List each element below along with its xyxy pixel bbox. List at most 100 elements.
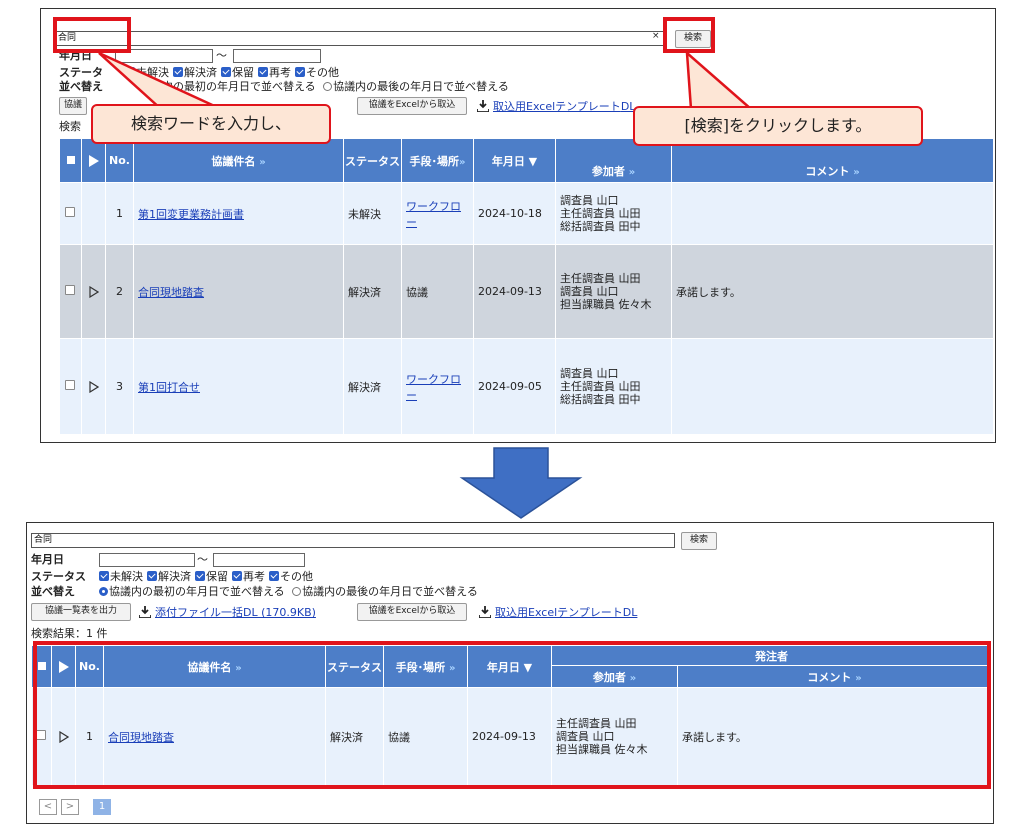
status-filter-item[interactable]: 解決済 xyxy=(147,570,191,583)
search-button[interactable]: 検索 xyxy=(681,532,717,550)
status-filter-label: その他 xyxy=(280,570,313,583)
row-no: 2 xyxy=(105,244,134,339)
sort-option-first[interactable]: 協議内の最初の年月日で並べ替える xyxy=(109,585,285,598)
clear-icon[interactable]: × xyxy=(652,31,660,41)
row-date: 2024-09-13 xyxy=(473,244,556,339)
checkbox-checked-icon[interactable] xyxy=(269,571,279,581)
status-filter-item[interactable]: 未解決 xyxy=(99,570,143,583)
row-expand-cell[interactable] xyxy=(81,244,106,339)
expand-all-header[interactable] xyxy=(81,138,106,183)
date-from-input[interactable] xyxy=(99,553,195,567)
status-label: ステータス xyxy=(31,570,86,583)
download-icon xyxy=(139,606,151,618)
date-to-input[interactable] xyxy=(233,49,321,63)
date-label: 年月日 xyxy=(31,553,64,566)
sort-radio-last[interactable] xyxy=(292,587,302,596)
excel-import-button[interactable]: 協議をExcelから取込 xyxy=(357,603,467,621)
checkbox-checked-icon[interactable] xyxy=(295,67,305,77)
row-title-cell: 第1回変更業務計画書 xyxy=(133,182,344,245)
table-row[interactable]: 2 合同現地踏査 解決済 協議 2024-09-13 主任調査員 山田 調査員 山口 担当課職… xyxy=(59,244,994,339)
row-select-cell[interactable] xyxy=(59,244,82,339)
instruction-callout-left: 検索ワードを入力し、 xyxy=(91,104,335,148)
export-list-button[interactable]: 協議 xyxy=(59,97,87,115)
template-download[interactable]: 取込用ExcelテンプレートDL xyxy=(479,604,637,620)
checkbox-checked-icon[interactable] xyxy=(258,67,268,77)
row-checkbox[interactable] xyxy=(65,285,76,295)
status-filter-label: 解決済 xyxy=(158,570,191,583)
row-select-cell[interactable] xyxy=(59,182,82,245)
status-filter-label: 保留 xyxy=(206,570,228,583)
participant: 主任調査員 山田 xyxy=(560,272,641,285)
participant: 主任調査員 山田 xyxy=(560,380,641,393)
sort-option-last[interactable]: 協議内の最後の年月日で並べ替える xyxy=(302,585,478,598)
search-input[interactable]: 合同 xyxy=(31,533,675,548)
row-checkbox[interactable] xyxy=(65,207,76,217)
select-all-header[interactable] xyxy=(59,138,82,183)
expand-icon[interactable] xyxy=(88,286,99,298)
pagination: < > 1 xyxy=(39,799,111,815)
row-means[interactable]: ワークフロー xyxy=(406,373,461,402)
row-no: 1 xyxy=(105,182,134,245)
participant: 調査員 山口 xyxy=(560,285,619,298)
row-checkbox[interactable] xyxy=(65,380,76,390)
screenshot-before: 合同 × 検索 年月日 ～ ステータ 未解決 解決済 保留 再考 その他 並べ替え 議内… xyxy=(40,8,996,443)
row-title-link[interactable]: 第1回打合せ xyxy=(138,381,200,394)
date-to-input[interactable] xyxy=(213,553,305,567)
status-filter-label: 未解決 xyxy=(110,570,143,583)
table-row[interactable]: 3 第1回打合せ 解決済 ワークフロー 2024-09-05 調査員 山口 主任調査員 山田… xyxy=(59,338,994,435)
status-filter-item[interactable]: 保留 xyxy=(195,570,228,583)
attachment-download-link[interactable]: 添付ファイル一括DL (170.9KB) xyxy=(155,606,316,619)
row-expand-cell[interactable] xyxy=(81,338,106,435)
result-count: 検索 xyxy=(59,120,81,133)
sort-radio-last[interactable] xyxy=(323,82,333,91)
status-filter-item[interactable]: その他 xyxy=(269,570,313,583)
excel-import-button[interactable]: 協議をExcelから取込 xyxy=(357,97,467,115)
row-expand-cell[interactable] xyxy=(81,182,106,245)
expand-icon xyxy=(88,155,99,167)
pager-next-button[interactable]: > xyxy=(61,799,79,815)
pager-page-1[interactable]: 1 xyxy=(93,799,111,815)
checkbox-checked-icon[interactable] xyxy=(147,571,157,581)
row-comment xyxy=(671,338,994,435)
search-input[interactable]: 合同 xyxy=(55,31,667,46)
expand-icon[interactable] xyxy=(88,381,99,393)
table-row[interactable]: 1 第1回変更業務計画書 未解決 ワークフロー 2024-10-18 調査員 山口 主任調査… xyxy=(59,182,994,245)
row-title-cell: 第1回打合せ xyxy=(133,338,344,435)
template-download-link[interactable]: 取込用Excelテンプレート xyxy=(493,100,621,113)
row-means-cell: ワークフロー xyxy=(401,182,474,245)
participant: 総括調査員 田中 xyxy=(560,393,641,406)
row-means[interactable]: ワークフロー xyxy=(406,200,461,229)
row-title-cell: 合同現地踏査 xyxy=(133,244,344,339)
sort-option-last[interactable]: 協議内の最後の年月日で並べ替える xyxy=(333,80,509,93)
status-filter-item[interactable]: 再考 xyxy=(232,570,265,583)
template-download[interactable]: 取込用ExcelテンプレートDL xyxy=(477,98,635,114)
row-means: 協議 xyxy=(406,285,428,299)
template-download-link[interactable]: 取込用ExcelテンプレートDL xyxy=(495,606,637,619)
sort-radio-first[interactable] xyxy=(99,587,108,596)
sort-options: 協議内の最初の年月日で並べ替える 協議内の最後の年月日で並べ替える xyxy=(99,583,478,599)
participant: 調査員 山口 xyxy=(560,194,619,207)
participant: 調査員 山口 xyxy=(560,367,619,380)
checkbox-checked-icon[interactable] xyxy=(195,571,205,581)
row-no: 3 xyxy=(105,338,134,435)
search-button-highlight xyxy=(663,17,715,53)
col-status[interactable]: ステータス xyxy=(343,138,402,183)
col-date[interactable]: 年月日 ▼ xyxy=(473,138,556,183)
attachment-download[interactable]: 添付ファイル一括DL (170.9KB) xyxy=(139,604,316,620)
download-icon xyxy=(477,100,489,112)
export-list-button[interactable]: 協議一覧表を出力 xyxy=(31,603,131,621)
status-filter-label: 再考 xyxy=(243,570,265,583)
search-input-highlight xyxy=(53,17,131,53)
col-title[interactable]: 協議件名 » xyxy=(133,138,344,183)
row-select-cell[interactable] xyxy=(59,338,82,435)
checkbox-checked-icon[interactable] xyxy=(99,571,109,581)
col-means[interactable]: 手段･場所» xyxy=(401,138,474,183)
row-comment: 承諾します。 xyxy=(671,244,994,339)
checkbox-checked-icon[interactable] xyxy=(232,571,242,581)
sort-label: 並べ替え xyxy=(31,585,75,598)
row-title-link[interactable]: 第1回変更業務計画書 xyxy=(138,208,244,221)
row-title-link[interactable]: 合同現地踏査 xyxy=(138,286,204,299)
row-participants: 主任調査員 山田 調査員 山口 担当課職員 佐々木 xyxy=(555,244,672,339)
participant: 担当課職員 佐々木 xyxy=(560,298,652,311)
pager-prev-button[interactable]: < xyxy=(39,799,57,815)
